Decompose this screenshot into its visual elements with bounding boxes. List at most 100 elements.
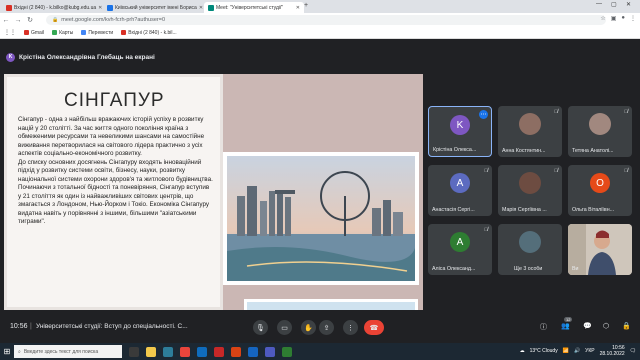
network-icon[interactable]: 📶 <box>563 348 569 354</box>
gmail-icon <box>6 4 12 11</box>
others-tile[interactable]: Ще 3 особи <box>498 224 562 275</box>
tab-label: Київський університет імені Бориса <box>115 4 197 11</box>
new-tab-button[interactable]: + <box>304 2 308 9</box>
tab-meet[interactable]: Meet: "Університетські студії" ✕ <box>204 2 304 13</box>
present-icon: ⇪ <box>323 324 330 332</box>
mic-muted-icon: 🎙̸ <box>554 109 558 115</box>
chrome-icon[interactable] <box>180 346 190 357</box>
avatar: K <box>450 115 470 135</box>
leave-call-button[interactable]: ☎ <box>364 320 384 335</box>
file-explorer-icon[interactable] <box>146 346 156 357</box>
bookmark-translate[interactable]: Перевести <box>81 30 113 36</box>
participant-tile[interactable]: 🎙̸ Марія Сергіївна ... <box>498 165 562 216</box>
participant-tile[interactable]: 🎙̸ A Аліса Олександ... <box>428 224 492 275</box>
powerpoint-icon[interactable] <box>231 346 241 357</box>
meeting-controls-bar: 10:56 | Університетські студії: Вступ до… <box>0 313 640 343</box>
camera-button[interactable]: ▭ <box>277 320 292 335</box>
volume-icon[interactable]: 🔊 <box>574 348 580 354</box>
gardens-by-the-bay-photo <box>244 299 418 310</box>
edge-icon[interactable] <box>197 346 207 357</box>
avatar <box>519 113 541 135</box>
more-vert-icon: ⋮ <box>347 324 354 332</box>
bookmark-inbox[interactable]: Вхідні (2 840) - k.bil... <box>121 30 177 36</box>
info-icon[interactable]: ⓘ <box>540 322 547 332</box>
participant-name: Анастасія Сергі... <box>432 207 475 213</box>
extensions-icon[interactable]: ▣ <box>611 15 617 22</box>
tab-label: Вхідні (2 840) - k.bilko@kubg.edu.ua <box>14 4 97 11</box>
maximize-icon[interactable]: ▢ <box>611 1 617 8</box>
language-indicator[interactable]: УКР <box>585 348 594 354</box>
participant-tile[interactable]: 🎙̸ O Ольга Віталіївн... <box>568 165 632 216</box>
teams-icon[interactable] <box>265 346 275 357</box>
store-icon[interactable] <box>163 346 173 357</box>
profile-icon[interactable]: ● <box>621 15 625 22</box>
gmail-icon <box>121 30 127 35</box>
slide-paragraph: Починаючи з тотальної бідності та поневі… <box>18 184 210 225</box>
presenter-label: Крістіна Олександрівна Глебаць на екрані <box>19 53 155 61</box>
bookmark-maps[interactable]: Карты <box>52 30 73 36</box>
people-icon[interactable]: 👥 <box>561 322 570 330</box>
notifications-icon[interactable]: 🗨 <box>630 348 636 354</box>
back-icon[interactable]: ← <box>0 17 12 24</box>
excel-icon[interactable] <box>282 346 292 357</box>
url-input[interactable]: 🔒 meet.google.com/kvh-fcrh-prh?authuser=… <box>46 15 606 25</box>
more-options-button[interactable]: ⋮ <box>343 320 358 335</box>
people-count-badge: 12 <box>564 317 573 322</box>
activities-icon[interactable]: ⬡ <box>603 322 609 330</box>
bookmarks-bar: ⋮⋮ Gmail Карты Перевести Вхідні (2 840) … <box>0 27 640 39</box>
word-icon[interactable] <box>248 346 258 357</box>
apps-icon[interactable]: ⋮⋮ <box>4 29 16 36</box>
presenter-avatar: K <box>6 52 15 62</box>
tab-label: Meet: "Університетські студії" <box>216 4 284 11</box>
presenter-banner: K Крістіна Олександрівна Глебаць на екра… <box>6 50 155 64</box>
close-icon[interactable]: ✕ <box>98 5 102 11</box>
divider: | <box>30 323 32 330</box>
weather-icon: ☁ <box>519 348 525 354</box>
participant-tile[interactable]: 🎙̸ A Анастасія Сергі... <box>428 165 492 216</box>
university-icon <box>107 4 113 11</box>
host-controls-icon[interactable]: 🔒 <box>622 322 631 330</box>
taskbar-search[interactable]: ⌕ Введите здесь текст для поиска <box>14 345 122 358</box>
mic-button[interactable]: 🎙 <box>253 320 268 335</box>
camera-icon: ▭ <box>281 324 288 332</box>
task-view-icon[interactable] <box>129 346 139 357</box>
mic-muted-icon: 🎙̸ <box>624 109 628 115</box>
taskbar-clock[interactable]: 10:56 28.10.2022 <box>600 345 625 357</box>
windows-start-icon[interactable]: ⊞ <box>0 343 14 360</box>
hand-icon: ✋ <box>304 324 313 332</box>
meet-icon <box>208 4 214 11</box>
raise-hand-button[interactable]: ✋ <box>301 320 316 335</box>
participant-name: Марія Сергіївна ... <box>502 207 547 213</box>
gmail-icon <box>24 30 29 35</box>
close-icon[interactable]: ✕ <box>199 5 203 11</box>
tab-university[interactable]: Київський університет імені Бориса ✕ <box>103 2 203 13</box>
chat-icon[interactable]: 💬 <box>583 322 592 330</box>
search-placeholder: Введите здесь текст для поиска <box>23 348 99 355</box>
slide-body: Сінгапур - одна з найбільш вражаючих іст… <box>18 116 214 227</box>
participant-tile[interactable]: 🎙̸ Анна Костянтин... <box>498 106 562 157</box>
more-options-icon[interactable]: ⋯ <box>479 110 488 119</box>
bookmark-gmail[interactable]: Gmail <box>24 30 44 36</box>
window-close-icon[interactable]: ✕ <box>626 1 631 8</box>
participant-tile[interactable]: ⋯ K Крістіна Олекса... <box>428 106 492 157</box>
self-video-tile[interactable]: Ви <box>568 224 632 275</box>
participant-name: Анна Костянтин... <box>502 148 546 154</box>
reload-icon[interactable]: ↻ <box>24 16 36 24</box>
gardens-image <box>247 302 415 310</box>
menu-icon[interactable]: ⋮ <box>630 15 636 22</box>
close-icon[interactable]: ✕ <box>296 5 300 11</box>
phone-end-icon: ☎ <box>369 324 379 332</box>
avatar: A <box>450 173 470 193</box>
minimize-icon[interactable]: — <box>596 1 602 7</box>
opera-icon[interactable] <box>214 346 224 357</box>
meeting-clock: 10:56 <box>10 323 28 330</box>
shared-slide: СІНГАПУР Сінгапур - одна з найбільш враж… <box>4 74 423 310</box>
participant-name: Аліса Олександ... <box>432 266 476 272</box>
tab-gmail[interactable]: Вхідні (2 840) - k.bilko@kubg.edu.ua ✕ <box>2 2 102 13</box>
star-icon[interactable]: ☆ <box>600 15 605 22</box>
forward-icon[interactable]: → <box>12 17 24 24</box>
system-tray: ☁ 13°C Cloudy 📶 🔊 УКР 10:56 28.10.2022 🗨 <box>520 345 636 357</box>
participant-name: Крістіна Олекса... <box>433 147 477 153</box>
present-button[interactable]: ⇪ <box>319 320 334 335</box>
participant-tile[interactable]: 🎙̸ Тетяна Анатолі... <box>568 106 632 157</box>
